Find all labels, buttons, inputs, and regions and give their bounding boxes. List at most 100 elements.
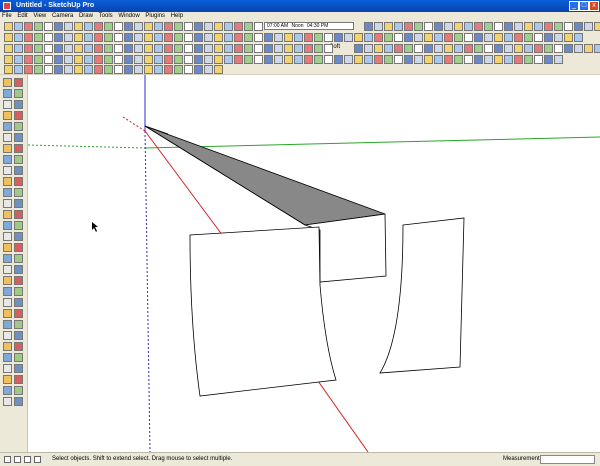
palette-tool-icon[interactable] <box>3 386 12 395</box>
toolbar-tool-icon[interactable] <box>544 44 553 53</box>
toolbar-tool-icon[interactable] <box>364 55 373 64</box>
toolbar-tool-icon[interactable] <box>214 22 223 31</box>
toolbar-tool-icon[interactable] <box>384 22 393 31</box>
palette-tool-icon[interactable] <box>14 331 23 340</box>
toolbar-tool-icon[interactable] <box>364 22 373 31</box>
toolbar-tool-icon[interactable] <box>464 44 473 53</box>
palette-tool-icon[interactable] <box>14 111 23 120</box>
palette-tool-icon[interactable] <box>3 166 12 175</box>
toolbar-tool-icon[interactable] <box>244 22 253 31</box>
toolbar-tool-icon[interactable] <box>334 55 343 64</box>
toolbar-tool-icon[interactable] <box>84 33 93 42</box>
palette-tool-icon[interactable] <box>14 177 23 186</box>
toolbar-tool-icon[interactable] <box>184 44 193 53</box>
toolbar-tool-icon[interactable] <box>164 65 173 74</box>
palette-tool-icon[interactable] <box>14 144 23 153</box>
toolbar-tool-icon[interactable] <box>464 55 473 64</box>
toolbar-tool-icon[interactable] <box>194 65 203 74</box>
toolbar-tool-icon[interactable] <box>504 55 513 64</box>
toolbar-tool-icon[interactable] <box>144 65 153 74</box>
toolbar-tool-icon[interactable] <box>374 22 383 31</box>
toolbar-tool-icon[interactable] <box>314 44 323 53</box>
toolbar-tool-icon[interactable] <box>24 65 33 74</box>
toolbar-tool-icon[interactable] <box>194 55 203 64</box>
toolbar-tool-icon[interactable] <box>14 33 23 42</box>
toolbar-tool-icon[interactable] <box>594 22 600 31</box>
toolbar-tool-icon[interactable] <box>354 44 363 53</box>
palette-tool-icon[interactable] <box>3 232 12 241</box>
toolbar-tool-icon[interactable] <box>524 22 533 31</box>
palette-tool-icon[interactable] <box>3 177 12 186</box>
toolbar-tool-icon[interactable] <box>464 22 473 31</box>
toolbar-tool-icon[interactable] <box>304 33 313 42</box>
palette-tool-icon[interactable] <box>3 331 12 340</box>
toolbar-tool-icon[interactable] <box>74 55 83 64</box>
toolbar-tool-icon[interactable] <box>504 44 513 53</box>
close-button[interactable]: x <box>589 1 599 11</box>
toolbar-tool-icon[interactable] <box>504 22 513 31</box>
toolbar-tool-icon[interactable] <box>104 22 113 31</box>
toolbar-tool-icon[interactable] <box>114 65 123 74</box>
toolbar-tool-icon[interactable] <box>564 33 573 42</box>
toolbar-tool-icon[interactable] <box>174 55 183 64</box>
toolbar-tool-icon[interactable] <box>374 44 383 53</box>
palette-tool-icon[interactable] <box>14 221 23 230</box>
toolbar-tool-icon[interactable] <box>14 65 23 74</box>
menu-window[interactable]: Window <box>116 12 141 21</box>
toolbar-tool-icon[interactable] <box>454 33 463 42</box>
toolbar-tool-icon[interactable] <box>94 44 103 53</box>
toolbar-tool-icon[interactable] <box>184 22 193 31</box>
toolbar-tool-icon[interactable] <box>64 65 73 74</box>
toolbar-tool-icon[interactable] <box>544 33 553 42</box>
palette-tool-icon[interactable] <box>14 155 23 164</box>
palette-tool-icon[interactable] <box>3 397 12 406</box>
toolbar-tool-icon[interactable] <box>114 22 123 31</box>
toolbar-tool-icon[interactable] <box>144 55 153 64</box>
toolbar-tool-icon[interactable] <box>194 22 203 31</box>
toolbar-tool-icon[interactable] <box>24 33 33 42</box>
toolbar-tool-icon[interactable] <box>94 33 103 42</box>
toolbar-tool-icon[interactable] <box>574 22 583 31</box>
toolbar-tool-icon[interactable] <box>54 22 63 31</box>
toolbar-tool-icon[interactable] <box>344 55 353 64</box>
palette-tool-icon[interactable] <box>14 353 23 362</box>
toolbar-tool-icon[interactable] <box>554 44 563 53</box>
palette-tool-icon[interactable] <box>14 364 23 373</box>
palette-tool-icon[interactable] <box>14 199 23 208</box>
toolbar-tool-icon[interactable] <box>44 33 53 42</box>
palette-tool-icon[interactable] <box>3 199 12 208</box>
toolbar-tool-icon[interactable] <box>224 44 233 53</box>
menu-view[interactable]: View <box>31 12 48 21</box>
toolbar-tool-icon[interactable] <box>274 55 283 64</box>
toolbar-tool-icon[interactable] <box>244 55 253 64</box>
toolbar-tool-icon[interactable] <box>34 22 43 31</box>
toolbar-tool-icon[interactable] <box>534 55 543 64</box>
toolbar-tool-icon[interactable] <box>144 22 153 31</box>
palette-tool-icon[interactable] <box>3 111 12 120</box>
toolbar-tool-icon[interactable] <box>244 33 253 42</box>
toolbar-tool-icon[interactable] <box>234 33 243 42</box>
palette-tool-icon[interactable] <box>14 265 23 274</box>
toolbar-tool-icon[interactable] <box>424 22 433 31</box>
toolbar-tool-icon[interactable] <box>124 55 133 64</box>
toolbar-tool-icon[interactable] <box>434 44 443 53</box>
toolbar-tool-icon[interactable] <box>94 65 103 74</box>
toolbar-tool-icon[interactable] <box>324 55 333 64</box>
toolbar-tool-icon[interactable] <box>414 44 423 53</box>
toolbar-tool-icon[interactable] <box>94 22 103 31</box>
toolbar-tool-icon[interactable] <box>384 33 393 42</box>
toolbar-tool-icon[interactable] <box>324 33 333 42</box>
toolbar-tool-icon[interactable] <box>554 22 563 31</box>
toolbar-tool-icon[interactable] <box>494 22 503 31</box>
toolbar-tool-icon[interactable] <box>64 22 73 31</box>
toolbar-tool-icon[interactable] <box>4 55 13 64</box>
toolbar-tool-icon[interactable] <box>394 33 403 42</box>
palette-tool-icon[interactable] <box>14 188 23 197</box>
menu-draw[interactable]: Draw <box>77 12 95 21</box>
toolbar-tool-icon[interactable] <box>584 22 593 31</box>
toolbar-tool-icon[interactable] <box>124 33 133 42</box>
toolbar-tool-icon[interactable] <box>4 33 13 42</box>
toolbar-tool-icon[interactable] <box>424 55 433 64</box>
toolbar-tool-icon[interactable] <box>84 55 93 64</box>
toolbar-tool-icon[interactable] <box>354 33 363 42</box>
